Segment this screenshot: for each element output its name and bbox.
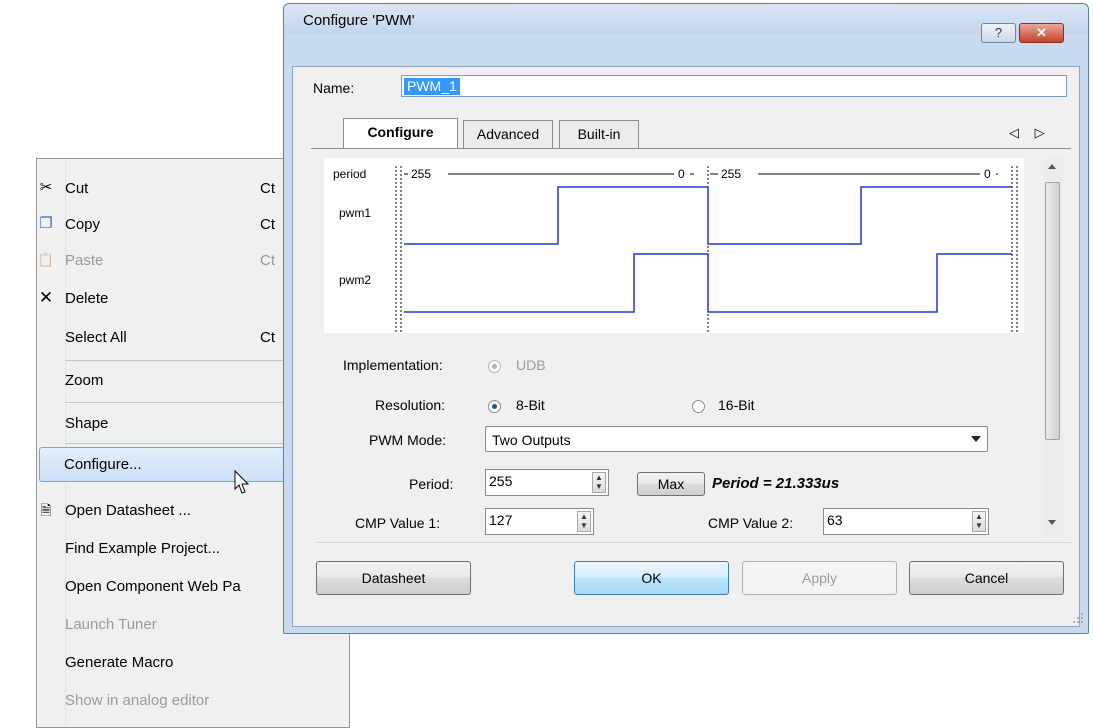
period-info: Period = 21.333us <box>712 475 840 492</box>
spin-arrows-icon[interactable]: ▲ ▼ <box>592 472 606 493</box>
tab-configure[interactable]: Configure <box>343 118 458 148</box>
menu-item-label: Open Component Web Pa <box>65 578 241 595</box>
waveform-pwm2-label: pwm2 <box>339 273 371 287</box>
tab-divider <box>311 148 1071 149</box>
waveform-period-label: period <box>333 167 366 181</box>
menu-item-label: Find Example Project... <box>65 540 221 557</box>
menu-item-label: Generate Macro <box>65 654 174 671</box>
ok-button[interactable]: OK <box>574 561 729 595</box>
menu-item-label: Cut <box>65 180 89 197</box>
menu-item-generate-macro[interactable]: Generate Macro <box>39 645 349 681</box>
resolution-16bit-label: 16-Bit <box>718 397 755 413</box>
waveform-background <box>324 158 1024 333</box>
name-label: Name: <box>313 80 355 96</box>
implementation-udb-radio[interactable] <box>488 360 501 373</box>
spin-arrows-icon[interactable]: ▲ ▼ <box>972 511 986 532</box>
menu-item-label: Copy <box>65 216 101 233</box>
pwm-mode-select[interactable]: Two Outputs <box>485 426 988 452</box>
pwm-mode-value: Two Outputs <box>492 432 571 448</box>
menu-item-shortcut: Ct <box>260 252 275 269</box>
menu-item-shortcut: Ct <box>260 216 275 233</box>
apply-button[interactable]: Apply <box>742 561 897 595</box>
period-end-value: 0 <box>984 167 991 181</box>
menu-item-label: Paste <box>65 252 104 269</box>
cmp-value-1-label: CMP Value 1: <box>355 515 441 531</box>
menu-item-label: Open Datasheet ... <box>65 502 191 519</box>
scroll-up-icon[interactable] <box>1048 164 1056 169</box>
menu-item-shortcut: Ct <box>260 329 275 346</box>
implementation-label: Implementation: <box>343 357 443 373</box>
cmp-value-2-label: CMP Value 2: <box>708 515 794 531</box>
resolution-16bit-radio[interactable] <box>692 400 705 413</box>
cmp-value-2: 63 <box>827 512 843 528</box>
period-start-value: 255 <box>721 167 741 181</box>
name-input[interactable]: PWM_1 <box>401 75 1067 97</box>
menu-item-label: Show in analog editor <box>65 692 210 709</box>
cancel-button[interactable]: Cancel <box>909 561 1064 595</box>
name-value: PWM_1 <box>404 78 460 95</box>
chevron-down-icon <box>971 436 981 442</box>
menu-item-label: Configure... <box>64 456 142 473</box>
spin-arrows-icon[interactable]: ▲ ▼ <box>577 511 591 532</box>
dialog-title: Configure 'PWM' <box>303 12 415 29</box>
period-label: Period: <box>409 476 454 492</box>
menu-item-label: Launch Tuner <box>65 616 157 633</box>
resolution-8bit-label: 8-Bit <box>516 397 545 413</box>
menu-item-label: Shape <box>65 415 109 432</box>
period-value: 255 <box>489 473 513 489</box>
delete-icon: ✕ <box>38 288 54 307</box>
menu-item-show-analog-editor[interactable]: Show in analog editor <box>39 683 349 719</box>
tab-scroll-arrows-icon[interactable]: ◁ ▷ <box>1009 125 1051 141</box>
cmp-value-1: 127 <box>489 512 513 528</box>
scroll-down-icon[interactable] <box>1048 520 1056 525</box>
max-button[interactable]: Max <box>637 472 705 496</box>
copy-icon: ❐ <box>39 215 53 232</box>
pwm-waveform-diagram: period pwm1 pwm2 255 0 255 0 <box>324 158 1024 333</box>
period-start-value: 255 <box>411 167 431 181</box>
close-button[interactable]: ✕ <box>1019 23 1064 43</box>
resolution-label: Resolution: <box>375 397 446 413</box>
menu-item-shortcut: Ct <box>260 180 275 197</box>
cmp-value-1-stepper[interactable]: 127 ▲ ▼ <box>485 508 594 535</box>
menu-item-label: Zoom <box>65 372 104 389</box>
cmp-value-2-stepper[interactable]: 63 ▲ ▼ <box>823 508 989 535</box>
button-bar-separator <box>316 542 1071 543</box>
menu-item-label: Select All <box>65 329 127 346</box>
help-button[interactable]: ? <box>981 23 1016 43</box>
panel-scrollbar[interactable] <box>1043 158 1063 538</box>
mouse-cursor-icon <box>234 470 250 494</box>
tab-advanced[interactable]: Advanced <box>463 120 553 148</box>
implementation-udb-label: UDB <box>516 357 546 373</box>
tab-built-in[interactable]: Built-in <box>559 120 639 148</box>
datasheet-button[interactable]: Datasheet <box>316 561 471 595</box>
waveform-pwm1-label: pwm1 <box>339 206 371 220</box>
paste-icon: 📋 <box>37 252 55 267</box>
resolution-8bit-radio[interactable] <box>488 400 501 413</box>
period-end-value: 0 <box>678 167 685 181</box>
resize-grip-icon[interactable] <box>1072 612 1084 624</box>
menu-item-label: Delete <box>65 290 109 307</box>
datasheet-icon: 🗎 <box>40 502 52 518</box>
pwm-mode-label: PWM Mode: <box>369 432 447 448</box>
dialog-titlebar[interactable]: Configure 'PWM' <box>284 4 1088 34</box>
scrollbar-thumb[interactable] <box>1045 182 1060 440</box>
scissors-icon: ✂ <box>39 179 53 196</box>
period-stepper[interactable]: 255 ▲ ▼ <box>485 469 609 496</box>
